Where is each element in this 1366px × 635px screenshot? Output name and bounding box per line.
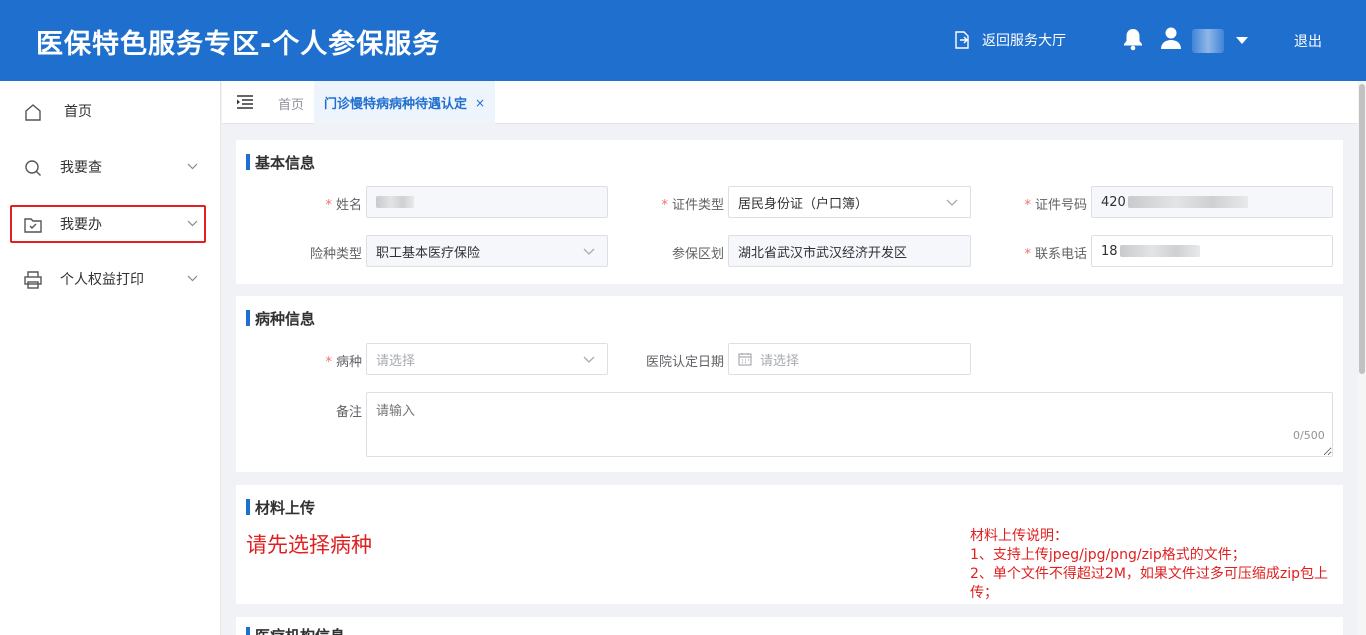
top-header: 医保特色服务专区-个人参保服务 返回服务大厅 退出 xyxy=(0,0,1366,81)
sidebar-item-query[interactable]: 我要查 xyxy=(10,148,206,186)
username-masked xyxy=(1192,29,1224,53)
folder-check-icon xyxy=(24,218,42,233)
id-type-select[interactable]: 居民身份证（户口簿） xyxy=(728,186,971,218)
logout-button[interactable]: 退出 xyxy=(1294,31,1322,51)
sidebar: 首页 我要查 我要办 个人权益打印 xyxy=(0,81,221,635)
name-field[interactable] xyxy=(366,186,608,218)
menu-fold-icon[interactable] xyxy=(236,95,254,109)
tab-home[interactable]: 首页 xyxy=(278,94,304,113)
id-number-label: * 证件号码 xyxy=(1024,198,1087,213)
remark-label: 备注 xyxy=(335,405,362,420)
scrollbar-thumb[interactable] xyxy=(1359,84,1365,374)
printer-icon xyxy=(24,271,42,289)
hospital-date-picker[interactable]: 请选择 xyxy=(728,343,971,375)
insured-area-label: 参保区划 xyxy=(671,247,724,262)
chevron-down-icon xyxy=(946,199,958,206)
id-number-field[interactable]: 420 xyxy=(1091,186,1333,218)
sidebar-item-label: 个人权益打印 xyxy=(60,272,144,288)
tabs-bar: 首页 门诊慢特病病种待遇认定 × xyxy=(222,81,1358,124)
sidebar-item-label: 我要查 xyxy=(60,160,102,176)
sidebar-item-home[interactable]: 首页 xyxy=(10,92,206,130)
insurance-type-select[interactable]: 职工基本医疗保险 xyxy=(366,235,608,267)
back-to-hall-label: 返回服务大厅 xyxy=(982,33,1066,49)
close-icon[interactable]: × xyxy=(475,96,485,110)
insurance-type-label: 险种类型 xyxy=(309,247,362,262)
sidebar-item-label: 首页 xyxy=(64,104,92,120)
phone-field[interactable]: 18 xyxy=(1091,235,1333,267)
sidebar-item-handle[interactable]: 我要办 xyxy=(10,205,206,243)
name-label: * 姓名 xyxy=(325,198,362,213)
insured-area-field[interactable]: 湖北省武汉市武汉经济开发区 xyxy=(728,235,971,267)
upload-desc-line: 1、支持上传jpeg/jpg/png/zip格式的文件； xyxy=(970,547,1246,563)
disease-label: * 病种 xyxy=(325,355,362,370)
bell-icon[interactable] xyxy=(1122,27,1144,51)
section-title: 材料上传 xyxy=(246,497,315,518)
disease-select[interactable]: 请选择 xyxy=(366,343,608,375)
hospital-date-label: 医院认定日期 xyxy=(645,355,724,370)
back-to-hall-link[interactable]: 返回服务大厅 xyxy=(954,30,1066,50)
id-type-label: * 证件类型 xyxy=(661,198,724,213)
user-icon[interactable] xyxy=(1160,26,1182,50)
upload-desc-title: 材料上传说明： xyxy=(970,528,1068,544)
app-title: 医保特色服务专区-个人参保服务 xyxy=(36,29,441,60)
upload-desc-line: 2、单个文件不得超过2M，如果文件过多可压缩成zip包上传； xyxy=(970,566,1329,601)
select-disease-hint: 请先选择病种 xyxy=(246,533,372,557)
calendar-icon xyxy=(738,353,752,366)
upload-section: 材料上传 请先选择病种 材料上传说明： 1、支持上传jpeg/jpg/png/z… xyxy=(236,485,1343,604)
section-title: 基本信息 xyxy=(246,152,315,173)
remark-textarea[interactable] xyxy=(366,392,1333,457)
chevron-down-icon xyxy=(187,220,198,227)
disease-info-section: 病种信息 *病种 请选择 医院认定日期 请选择 备注 0/500 xyxy=(236,296,1343,472)
phone-label: * 联系电话 xyxy=(1024,247,1087,262)
chevron-down-icon xyxy=(583,356,595,363)
chevron-down-icon xyxy=(583,248,595,255)
tab-outpatient-chronic[interactable]: 门诊慢特病病种待遇认定 × xyxy=(314,81,496,124)
sidebar-item-print[interactable]: 个人权益打印 xyxy=(10,260,206,298)
upload-instructions: 材料上传说明： 1、支持上传jpeg/jpg/png/zip格式的文件； 2、单… xyxy=(970,527,1330,603)
section-title: 病种信息 xyxy=(246,308,315,329)
tab-label: 门诊慢特病病种待遇认定 xyxy=(324,97,468,112)
chevron-down-icon xyxy=(187,275,198,282)
chevron-down-icon xyxy=(187,163,198,170)
remark-counter: 0/500 xyxy=(1293,429,1325,442)
search-icon xyxy=(25,160,41,176)
section-title: 医疗机构信息 xyxy=(246,625,345,635)
home-icon xyxy=(25,104,41,121)
basic-info-section: 基本信息 * 姓名 * 证件类型 居民身份证（户口簿） * 证件号码 420 险种类型… xyxy=(236,140,1343,284)
sidebar-item-label: 我要办 xyxy=(60,217,102,233)
institution-section: 医疗机构信息 xyxy=(236,617,1343,635)
exit-icon xyxy=(955,31,969,49)
caret-down-icon[interactable] xyxy=(1236,37,1248,44)
